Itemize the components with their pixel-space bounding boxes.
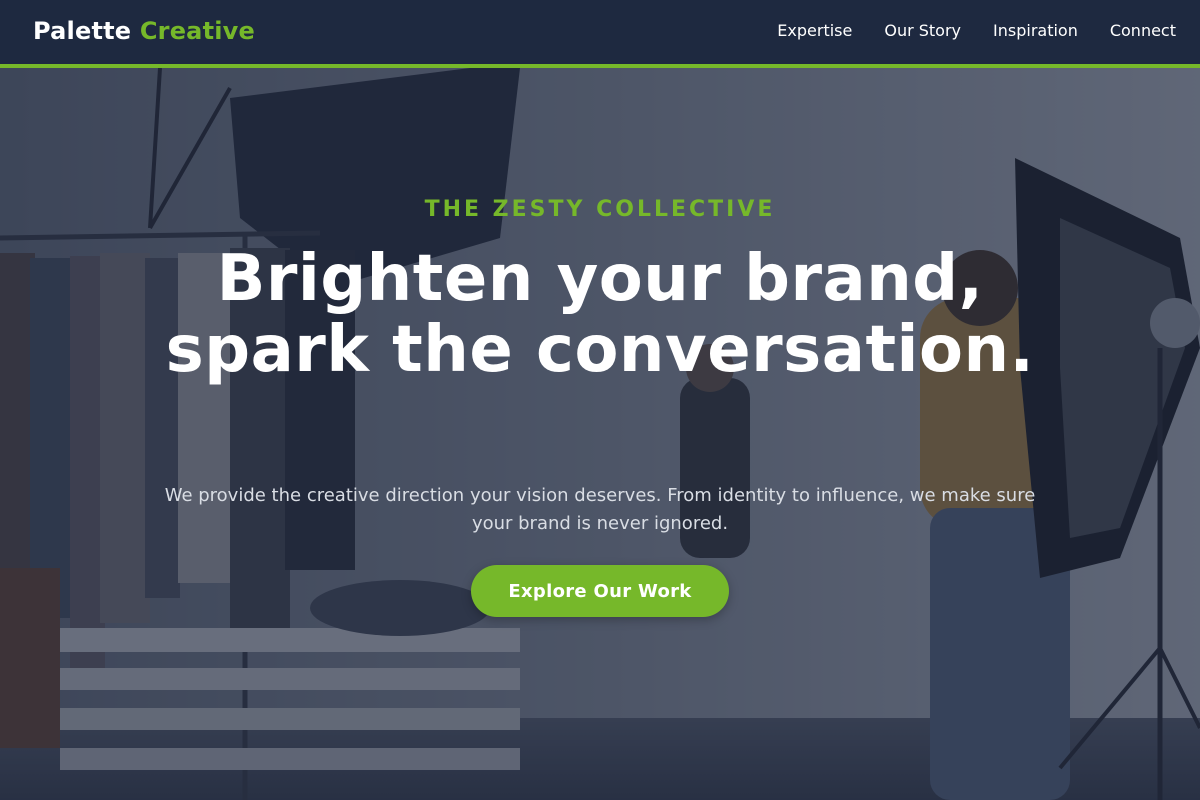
hero-section: THE ZESTY COLLECTIVE Brighten your brand…	[0, 68, 1200, 800]
hero-description: We provide the creative direction your v…	[164, 485, 1036, 534]
brand-logo[interactable]: Palette Creative	[33, 16, 255, 46]
nav-link-connect[interactable]: Connect	[1110, 20, 1176, 42]
nav-link-inspiration[interactable]: Inspiration	[993, 20, 1078, 42]
brand-name: Palette	[33, 17, 132, 45]
hero-headline: Brighten your brand, spark the conversat…	[165, 242, 1035, 387]
hero-content: THE ZESTY COLLECTIVE Brighten your brand…	[0, 68, 1200, 800]
site-header: Palette Creative Expertise Our Story Ins…	[0, 0, 1200, 68]
explore-our-work-button[interactable]: Explore Our Work	[471, 565, 729, 617]
page: Palette Creative Expertise Our Story Ins…	[0, 0, 1200, 800]
brand-name-accent: Creative	[139, 17, 255, 45]
main-nav: Expertise Our Story Inspiration Connect	[777, 20, 1176, 42]
hero-eyebrow: THE ZESTY COLLECTIVE	[424, 197, 776, 222]
nav-link-our-story[interactable]: Our Story	[884, 20, 961, 42]
nav-link-expertise[interactable]: Expertise	[777, 20, 852, 42]
